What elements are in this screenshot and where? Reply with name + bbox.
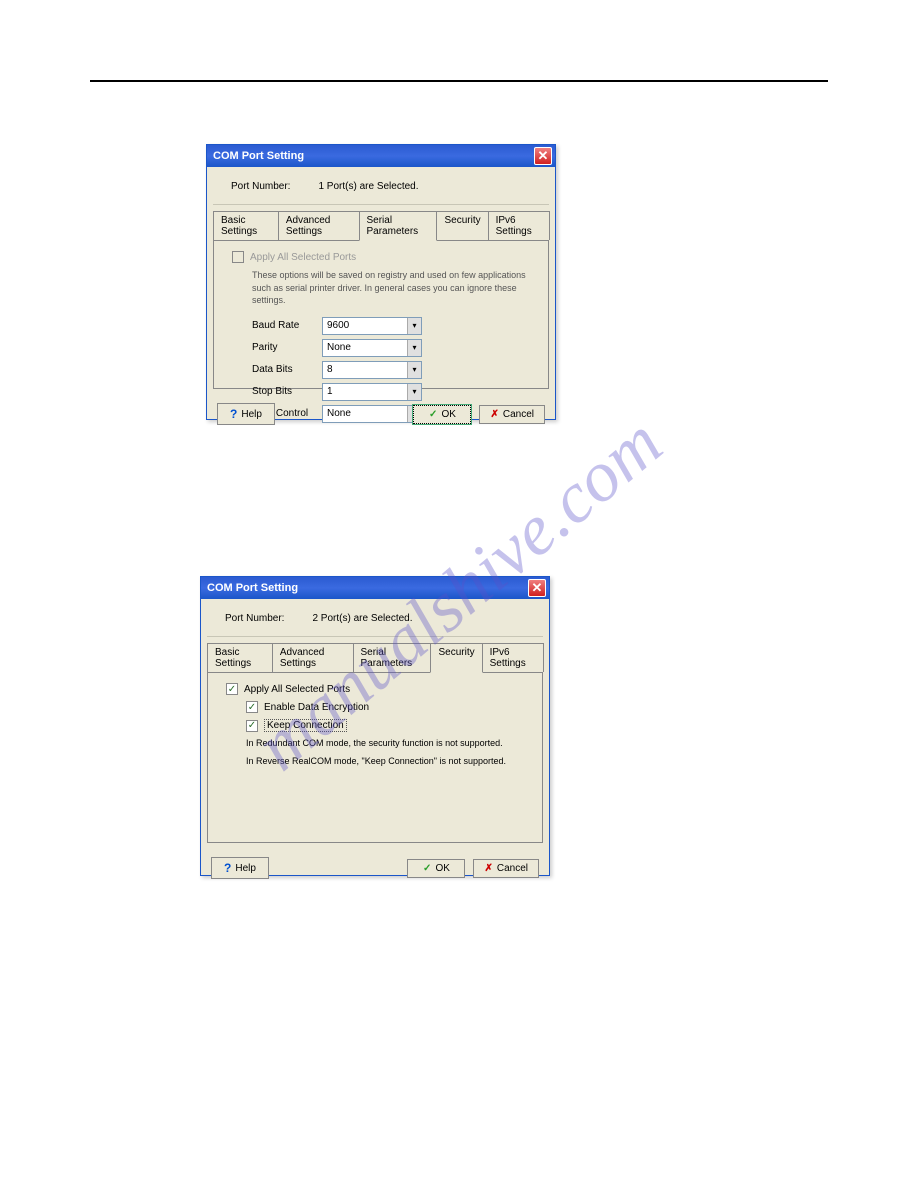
port-number-value: 1 Port(s) are Selected. <box>318 181 418 192</box>
page-rule <box>90 80 828 82</box>
help-label: Help <box>235 863 256 874</box>
apply-all-row: Apply All Selected Ports <box>232 251 530 263</box>
help-button[interactable]: ? Help <box>217 403 275 425</box>
apply-all-checkbox <box>232 251 244 263</box>
data-bits-value: 8 <box>327 364 333 375</box>
cancel-label: Cancel <box>497 863 528 874</box>
enable-encryption-checkbox[interactable]: ✓ <box>246 701 258 713</box>
baud-rate-select[interactable]: 9600 ▾ <box>322 317 422 335</box>
tab-content-security: ✓ Apply All Selected Ports ✓ Enable Data… <box>207 673 543 843</box>
close-button[interactable]: ✕ <box>534 147 552 165</box>
note-redundant: In Redundant COM mode, the security func… <box>246 738 524 750</box>
keep-connection-row[interactable]: ✓ Keep Connection <box>246 719 524 732</box>
help-label: Help <box>241 409 262 420</box>
port-number-row: Port Number: 2 Port(s) are Selected. <box>207 599 543 637</box>
close-icon: ✕ <box>532 580 543 596</box>
help-button[interactable]: ? Help <box>211 857 269 879</box>
apply-all-checkbox[interactable]: ✓ <box>226 683 238 695</box>
x-icon: ✗ <box>490 409 498 420</box>
parity-select[interactable]: None ▾ <box>322 339 422 357</box>
close-button[interactable]: ✕ <box>528 579 546 597</box>
com-port-dialog-serial: COM Port Setting ✕ Port Number: 1 Port(s… <box>206 144 556 420</box>
chevron-down-icon: ▾ <box>407 340 421 356</box>
tab-ipv6[interactable]: IPv6 Settings <box>488 211 550 240</box>
tab-content-serial: Apply All Selected Ports These options w… <box>213 241 549 389</box>
dialog-title: COM Port Setting <box>207 582 298 594</box>
cancel-button[interactable]: ✗ Cancel <box>479 405 545 424</box>
cancel-label: Cancel <box>503 409 534 420</box>
baud-rate-row: Baud Rate 9600 ▾ <box>252 317 530 335</box>
dialog-title: COM Port Setting <box>213 150 304 162</box>
keep-connection-checkbox[interactable]: ✓ <box>246 720 258 732</box>
flow-control-select[interactable]: None ▾ <box>322 405 422 423</box>
enable-encryption-row[interactable]: ✓ Enable Data Encryption <box>246 701 524 713</box>
apply-all-label: Apply All Selected Ports <box>250 252 356 263</box>
parity-value: None <box>327 342 351 353</box>
tab-advanced[interactable]: Advanced Settings <box>272 643 354 672</box>
stop-bits-label: Stop Bits <box>252 386 322 397</box>
parity-row: Parity None ▾ <box>252 339 530 357</box>
tab-basic[interactable]: Basic Settings <box>207 643 273 672</box>
stop-bits-value: 1 <box>327 386 333 397</box>
port-number-value: 2 Port(s) are Selected. <box>312 613 412 624</box>
tab-security[interactable]: Security <box>430 643 482 673</box>
tab-basic[interactable]: Basic Settings <box>213 211 279 240</box>
port-number-label: Port Number: <box>225 613 284 624</box>
tabs: Basic Settings Advanced Settings Serial … <box>213 211 549 241</box>
apply-all-row[interactable]: ✓ Apply All Selected Ports <box>226 683 524 695</box>
serial-info-text: These options will be saved on registry … <box>252 269 530 307</box>
port-number-label: Port Number: <box>231 181 290 192</box>
apply-all-label: Apply All Selected Ports <box>244 684 350 695</box>
tab-serial[interactable]: Serial Parameters <box>353 643 432 672</box>
parity-label: Parity <box>252 342 322 353</box>
port-number-row: Port Number: 1 Port(s) are Selected. <box>213 167 549 205</box>
flow-control-value: None <box>327 408 351 419</box>
baud-rate-value: 9600 <box>327 320 349 331</box>
check-icon: ✓ <box>423 863 431 874</box>
keep-connection-label: Keep Connection <box>264 719 347 732</box>
baud-rate-label: Baud Rate <box>252 320 322 331</box>
data-bits-select[interactable]: 8 ▾ <box>322 361 422 379</box>
help-icon: ? <box>230 407 237 421</box>
tab-ipv6[interactable]: IPv6 Settings <box>482 643 544 672</box>
x-icon: ✗ <box>484 863 492 874</box>
tab-advanced[interactable]: Advanced Settings <box>278 211 360 240</box>
ok-button[interactable]: ✓ OK <box>413 405 471 424</box>
chevron-down-icon: ▾ <box>407 384 421 400</box>
data-bits-label: Data Bits <box>252 364 322 375</box>
button-bar: ? Help ✓ OK ✗ Cancel <box>201 849 549 887</box>
ok-label: OK <box>441 409 455 420</box>
ok-label: OK <box>435 863 449 874</box>
check-icon: ✓ <box>429 409 437 420</box>
cancel-button[interactable]: ✗ Cancel <box>473 859 539 878</box>
chevron-down-icon: ▾ <box>407 362 421 378</box>
help-icon: ? <box>224 861 231 875</box>
com-port-dialog-security: COM Port Setting ✕ Port Number: 2 Port(s… <box>200 576 550 876</box>
note-reverse: In Reverse RealCOM mode, "Keep Connectio… <box>246 756 524 768</box>
enable-encryption-label: Enable Data Encryption <box>264 702 369 713</box>
tab-security[interactable]: Security <box>436 211 488 240</box>
chevron-down-icon: ▾ <box>407 318 421 334</box>
close-icon: ✕ <box>538 148 549 164</box>
data-bits-row: Data Bits 8 ▾ <box>252 361 530 379</box>
ok-button[interactable]: ✓ OK <box>407 859 465 878</box>
titlebar: COM Port Setting ✕ <box>207 145 555 167</box>
titlebar: COM Port Setting ✕ <box>201 577 549 599</box>
tab-serial[interactable]: Serial Parameters <box>359 211 438 241</box>
stop-bits-select[interactable]: 1 ▾ <box>322 383 422 401</box>
tabs: Basic Settings Advanced Settings Serial … <box>207 643 543 673</box>
